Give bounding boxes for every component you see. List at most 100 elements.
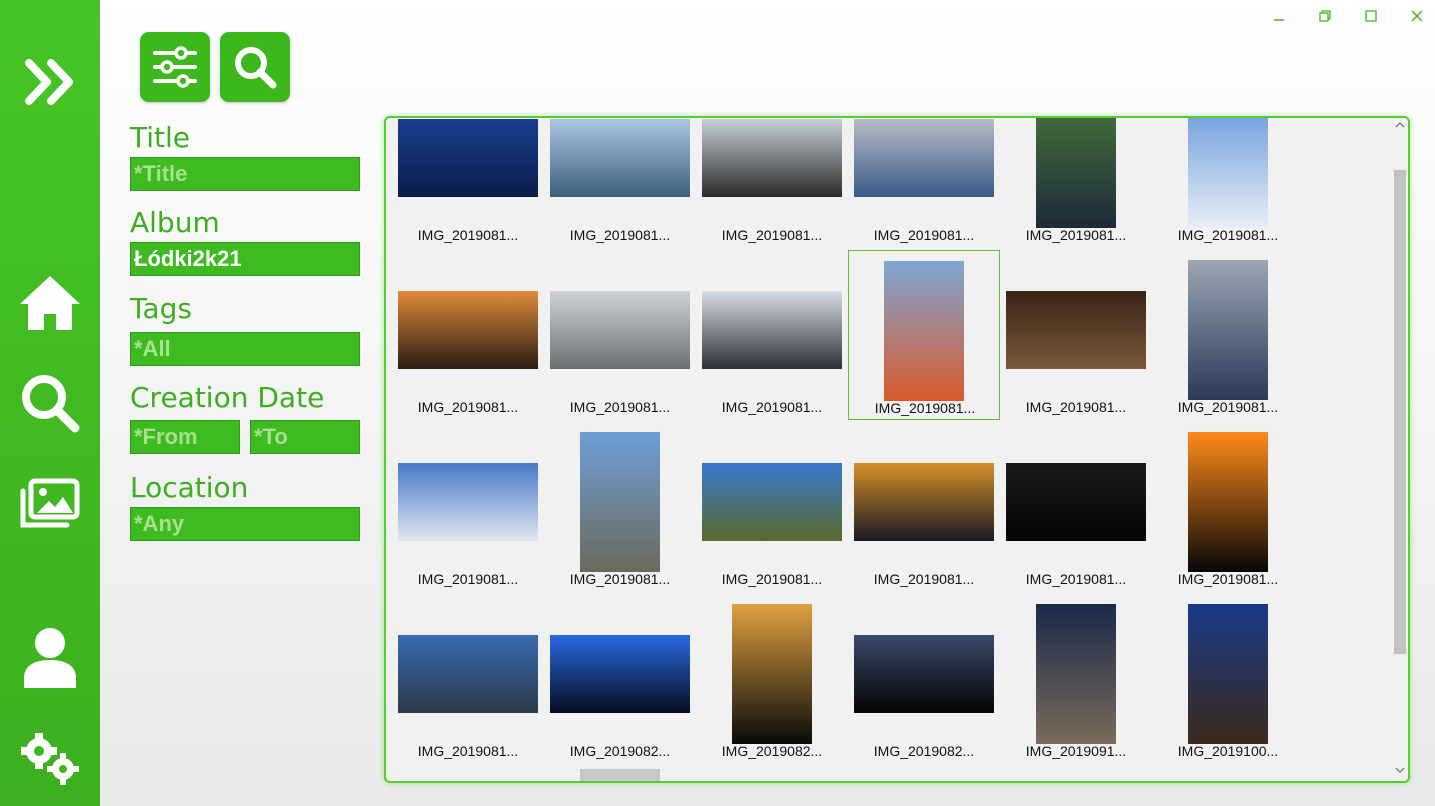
photo-item[interactable]: IMG_2019081... bbox=[1152, 118, 1304, 248]
maximize-button[interactable] bbox=[1361, 6, 1381, 26]
photo-gallery[interactable]: IMG_2019081... IMG_2019081... IMG_2019081.… bbox=[384, 116, 1410, 783]
photo-caption: IMG_2019081... bbox=[1025, 399, 1127, 415]
photo-thumbnail bbox=[1006, 291, 1146, 369]
photo-item[interactable]: IMG_2019100... bbox=[1152, 594, 1304, 764]
photo-caption: IMG_2019100... bbox=[1177, 743, 1279, 759]
scroll-up-arrow[interactable] bbox=[1392, 120, 1408, 134]
minimize-icon bbox=[1274, 19, 1284, 21]
photo-item[interactable]: IMG_2019081... bbox=[696, 422, 848, 592]
date-to-input[interactable]: *To bbox=[250, 420, 360, 454]
photo-caption: IMG_2019081... bbox=[1177, 571, 1279, 587]
sliders-icon bbox=[153, 46, 197, 88]
expand-menu-button[interactable] bbox=[0, 52, 100, 112]
photo-caption: IMG_2019081... bbox=[417, 227, 519, 243]
photo-thumbnail bbox=[884, 261, 964, 401]
photo-item[interactable]: IMG_2019081... bbox=[392, 118, 544, 248]
photo-caption: IMG_2019091... bbox=[1025, 743, 1127, 759]
photo-thumbnail bbox=[550, 119, 690, 197]
photo-item[interactable]: IMG_2019081... bbox=[848, 250, 1000, 420]
photo-thumbnail bbox=[1188, 432, 1268, 572]
photo-item[interactable]: IMG_2019081... bbox=[1000, 250, 1152, 420]
sidebar-item-gallery[interactable] bbox=[0, 474, 100, 534]
photo-item[interactable]: IMG_2019081... bbox=[544, 250, 696, 420]
photo-item[interactable]: IMG_2019081... bbox=[392, 594, 544, 764]
photo-item[interactable]: IMG_2019081... bbox=[544, 118, 696, 248]
scrollbar-thumb[interactable] bbox=[1394, 170, 1406, 654]
gears-icon bbox=[21, 733, 79, 785]
sidebar-item-settings[interactable] bbox=[0, 730, 100, 786]
sidebar-item-home[interactable] bbox=[0, 272, 100, 334]
photo-thumbnail bbox=[398, 635, 538, 713]
date-from-input[interactable]: *From bbox=[130, 420, 240, 454]
photo-caption: IMG_2019081... bbox=[1025, 571, 1127, 587]
photo-item[interactable]: IMG_2019081... bbox=[1000, 118, 1152, 248]
sidebar bbox=[0, 0, 100, 806]
filter-toggle-button[interactable] bbox=[140, 32, 210, 102]
photo-item[interactable]: IMG_2019081... bbox=[696, 250, 848, 420]
photo-thumbnail bbox=[1188, 604, 1268, 744]
restore-button[interactable] bbox=[1315, 6, 1335, 26]
title-label: Title bbox=[130, 121, 191, 154]
search-icon bbox=[22, 375, 80, 433]
chevron-up-icon bbox=[1395, 122, 1405, 128]
photo-item[interactable]: IMG_2019081... bbox=[848, 422, 1000, 592]
photo-thumbnail bbox=[732, 604, 812, 744]
photo-item[interactable]: IMG_2019081... bbox=[544, 422, 696, 592]
photo-thumbnail bbox=[580, 432, 660, 572]
photo-thumbnail bbox=[1006, 463, 1146, 541]
sidebar-item-search[interactable] bbox=[0, 370, 100, 436]
photo-thumbnail bbox=[398, 119, 538, 197]
photo-thumbnail bbox=[398, 291, 538, 369]
photo-item[interactable]: IMG_2019081... bbox=[696, 118, 848, 248]
photo-thumbnail bbox=[854, 463, 994, 541]
sidebar-item-user[interactable] bbox=[0, 624, 100, 690]
album-label: Album bbox=[130, 206, 220, 239]
images-icon bbox=[20, 478, 80, 528]
photo-thumbnail bbox=[854, 635, 994, 713]
apply-search-button[interactable] bbox=[220, 32, 290, 102]
partial-thumbnail bbox=[580, 769, 660, 781]
photo-caption: IMG_2019081... bbox=[721, 399, 823, 415]
photo-thumbnail bbox=[1036, 118, 1116, 228]
minimize-button[interactable] bbox=[1269, 6, 1289, 26]
photo-item[interactable]: IMG_2019082... bbox=[696, 594, 848, 764]
chevron-down-icon bbox=[1395, 767, 1405, 773]
vertical-scrollbar[interactable] bbox=[1392, 118, 1408, 781]
location-input[interactable]: *Any bbox=[130, 507, 360, 541]
photo-caption: IMG_2019081... bbox=[874, 400, 976, 416]
restore-icon bbox=[1319, 10, 1331, 22]
album-input[interactable]: Łódki2k21 bbox=[130, 242, 360, 276]
photo-caption: IMG_2019081... bbox=[417, 399, 519, 415]
photo-caption: IMG_2019081... bbox=[1177, 399, 1279, 415]
photo-caption: IMG_2019081... bbox=[721, 227, 823, 243]
user-icon bbox=[24, 628, 76, 688]
photo-caption: IMG_2019081... bbox=[873, 227, 975, 243]
photo-caption: IMG_2019081... bbox=[417, 743, 519, 759]
scroll-down-arrow[interactable] bbox=[1392, 765, 1408, 779]
photo-item[interactable]: IMG_2019081... bbox=[392, 422, 544, 592]
photo-thumbnail bbox=[1188, 118, 1268, 228]
photo-thumbnail bbox=[1036, 604, 1116, 744]
tags-input[interactable]: *All bbox=[130, 332, 360, 366]
photo-item[interactable]: IMG_2019082... bbox=[544, 594, 696, 764]
close-button[interactable] bbox=[1407, 6, 1427, 26]
photo-thumbnail bbox=[702, 463, 842, 541]
photo-item[interactable]: IMG_2019081... bbox=[1000, 422, 1152, 592]
title-input[interactable]: *Title bbox=[130, 157, 360, 191]
photo-caption: IMG_2019081... bbox=[417, 571, 519, 587]
photo-caption: IMG_2019081... bbox=[569, 399, 671, 415]
close-icon bbox=[1411, 10, 1423, 22]
creation-date-label: Creation Date bbox=[130, 381, 325, 414]
photo-item[interactable]: IMG_2019081... bbox=[1152, 250, 1304, 420]
home-icon bbox=[20, 276, 80, 330]
tags-label: Tags bbox=[130, 292, 192, 325]
photo-item[interactable]: IMG_2019081... bbox=[848, 118, 1000, 248]
photo-item[interactable]: IMG_2019091... bbox=[1000, 594, 1152, 764]
photo-item[interactable]: IMG_2019081... bbox=[1152, 422, 1304, 592]
photo-item[interactable]: IMG_2019081... bbox=[392, 250, 544, 420]
photo-thumbnail bbox=[702, 291, 842, 369]
photo-thumbnail bbox=[702, 119, 842, 197]
photo-caption: IMG_2019081... bbox=[569, 571, 671, 587]
photo-item[interactable]: IMG_2019082... bbox=[848, 594, 1000, 764]
photo-caption: IMG_2019082... bbox=[569, 743, 671, 759]
